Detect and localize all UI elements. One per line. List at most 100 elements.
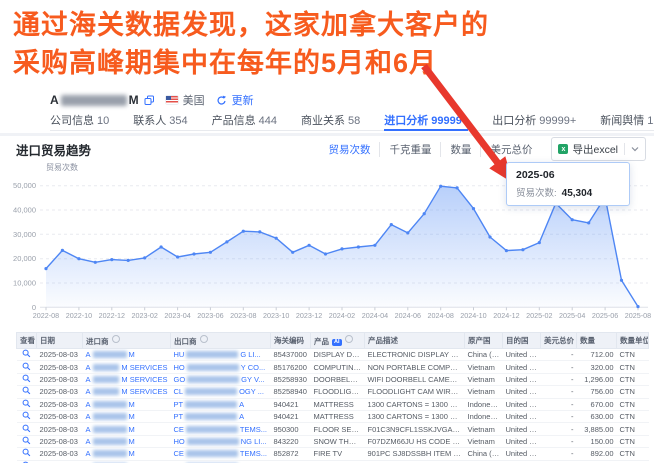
importer-cell: AM bbox=[82, 410, 171, 424]
description-cell: FLOODLIGHT CAM WIRED PRO KNIGHT USB... bbox=[364, 385, 465, 399]
tab[interactable]: 商业关系 58 bbox=[301, 109, 360, 130]
refresh-icon[interactable] bbox=[216, 95, 227, 106]
svg-text:2024-08: 2024-08 bbox=[428, 311, 454, 320]
svg-text:40,000: 40,000 bbox=[13, 206, 36, 215]
product-cell[interactable]: COMPUTING DEVICE bbox=[310, 360, 365, 374]
view-search-icon[interactable] bbox=[22, 374, 31, 383]
export-excel-button[interactable]: 导出excel bbox=[551, 137, 646, 161]
tab[interactable]: 公司信息 10 bbox=[50, 109, 109, 130]
quantity-cell: 712.00 bbox=[576, 348, 617, 362]
metric-switcher: 贸易次数 千克重量 数量 美元总价 bbox=[319, 141, 541, 157]
metric-option[interactable]: 贸易次数 bbox=[319, 142, 379, 157]
tab[interactable]: 进口分析 99999+ bbox=[384, 109, 469, 131]
update-link[interactable]: 更新 bbox=[232, 92, 254, 108]
ai-badge: AI bbox=[332, 338, 342, 346]
product-cell[interactable]: DOORBELL CAMERA bbox=[310, 373, 365, 387]
header-product: 产品 AI bbox=[310, 332, 365, 349]
tab[interactable]: 联系人 354 bbox=[133, 109, 187, 130]
description-cell: 901PC SJ8DSSBH ITEM B0DYR3D7QGHSEN... bbox=[364, 447, 465, 461]
table-row: 2025-08-03 AM SERVICES HO Y CO... 8517620… bbox=[16, 360, 649, 374]
view-search-icon[interactable] bbox=[22, 424, 31, 433]
blurred-exporter-name bbox=[185, 388, 238, 396]
trend-section-header: 进口贸易趋势 贸易次数千克重量数量美元总价 导出excel bbox=[16, 137, 646, 161]
svg-text:50,000: 50,000 bbox=[13, 181, 36, 190]
view-cell bbox=[16, 385, 37, 399]
shipments-table: 查看 日期 进口商 出口商 海关编码 产品 AI 产品描述 原产国 目的国 美元总… bbox=[16, 332, 649, 463]
product-cell[interactable]: MATTRESS bbox=[310, 410, 365, 424]
view-cell bbox=[16, 435, 37, 449]
view-cell bbox=[16, 398, 37, 411]
header-usd-total: 美元总价 bbox=[540, 332, 577, 349]
headline: 通过海关数据发现，这家加拿大客户的 采购高峰期集中在每年的5月和6月 bbox=[13, 6, 489, 82]
importer-cell: AM bbox=[82, 435, 171, 449]
blurred-exporter-name bbox=[185, 450, 238, 458]
header-view: 查看 bbox=[16, 332, 37, 349]
exporter-cell: CETEMS... bbox=[170, 422, 271, 436]
tab[interactable]: 新闻舆情122 bbox=[600, 109, 654, 130]
product-cell[interactable]: FLOODLIGHT CAM bbox=[310, 385, 365, 399]
origin-cell: Vietnam bbox=[464, 435, 503, 449]
unit-cell: CTN bbox=[616, 385, 649, 399]
view-search-icon[interactable] bbox=[22, 411, 31, 420]
date-cell: 2025-08-03 bbox=[36, 447, 83, 461]
importer-cell: AM bbox=[82, 398, 171, 411]
table-row: 2025-08-03 AM CE TEMS... 852872 FIRE TV 9… bbox=[16, 447, 649, 461]
metric-option[interactable]: 数量 bbox=[440, 141, 480, 157]
header-unit: 数量单位 bbox=[616, 332, 649, 349]
description-cell: F01C3N9CFL1SSKJVGA1TKKA.XG4YV75U6U... bbox=[364, 422, 465, 436]
view-cell bbox=[16, 410, 37, 424]
blurred-exporter-name bbox=[186, 363, 239, 371]
destination-cell: United S... bbox=[502, 348, 541, 362]
view-search-icon[interactable] bbox=[22, 436, 31, 445]
blurred-importer-name bbox=[92, 363, 120, 371]
tab[interactable]: 产品信息 444 bbox=[212, 109, 277, 130]
date-cell: 2025-08-03 bbox=[36, 360, 83, 374]
svg-text:2023-12: 2023-12 bbox=[296, 311, 322, 320]
exporter-cell: HO Y CO... bbox=[170, 360, 271, 374]
destination-cell: United S... bbox=[502, 373, 541, 387]
product-cell[interactable]: MATTRESS bbox=[310, 398, 365, 411]
tab[interactable]: 出口分析 99999+ bbox=[492, 109, 576, 130]
table-row: 2025-08-03 AM PT A 940421 MATTRESS 1300 C… bbox=[16, 410, 649, 424]
product-cell[interactable]: FLOOR SEAT +3 bbox=[310, 422, 365, 436]
product-cell[interactable]: SNOW THROWER bbox=[310, 435, 365, 449]
header-importer: 进口商 bbox=[82, 332, 171, 349]
hs-code-cell: 85437000 bbox=[270, 348, 311, 362]
view-search-icon[interactable] bbox=[22, 386, 31, 395]
product-cell[interactable]: DISPLAY DEVICE bbox=[310, 348, 365, 362]
copy-icon[interactable] bbox=[144, 95, 155, 106]
exporter-cell: GO GY V... bbox=[170, 373, 271, 387]
chart-tooltip: 2025-06 贸易次数: 45,304 bbox=[506, 162, 630, 206]
chevron-down-icon[interactable] bbox=[631, 143, 639, 155]
unit-cell: CTN bbox=[616, 360, 649, 374]
description-cell: F07DZM66JU HS CODE 8432.20.0075 BRUSH... bbox=[364, 435, 465, 449]
view-cell bbox=[16, 373, 37, 387]
importer-cell: AM SERVICES bbox=[82, 360, 171, 374]
svg-text:2024-06: 2024-06 bbox=[395, 311, 421, 320]
unit-cell: CTN bbox=[616, 435, 649, 449]
table-row: 2025-08-03 AM CE TEMS... 950300 FLOOR SEA… bbox=[16, 422, 649, 436]
view-search-icon[interactable] bbox=[22, 349, 31, 358]
unit-cell: CTN bbox=[616, 422, 649, 436]
product-cell[interactable]: FIRE TV bbox=[310, 447, 365, 461]
svg-text:2023-06: 2023-06 bbox=[197, 311, 223, 320]
svg-text:2022-12: 2022-12 bbox=[99, 311, 125, 320]
view-search-icon[interactable] bbox=[22, 399, 31, 408]
table-row: 2025-08-03 AM SERVICES CL OGY ... 8525894… bbox=[16, 385, 649, 399]
svg-text:2023-02: 2023-02 bbox=[132, 311, 158, 320]
view-search-icon[interactable] bbox=[22, 362, 31, 371]
metric-option[interactable]: 千克重量 bbox=[379, 141, 440, 157]
metric-option[interactable]: 美元总价 bbox=[480, 141, 541, 157]
svg-text:10,000: 10,000 bbox=[13, 279, 36, 288]
section-divider bbox=[0, 133, 654, 136]
view-search-icon[interactable] bbox=[22, 448, 31, 457]
date-cell: 2025-08-03 bbox=[36, 435, 83, 449]
svg-text:2025-02: 2025-02 bbox=[526, 311, 552, 320]
company-name: AM bbox=[50, 93, 139, 107]
exporter-cell: PT A bbox=[170, 410, 271, 424]
date-cell: 2025-08-03 bbox=[36, 385, 83, 399]
description-cell: NON PORTABLE COMPUTING DEVICE HS CO... bbox=[364, 360, 465, 374]
table-row: 2025-08-03 AM PT A 940421 MATTRESS 1300 C… bbox=[16, 398, 649, 411]
svg-text:2022-10: 2022-10 bbox=[66, 311, 92, 320]
hs-code-cell: 843220 bbox=[270, 435, 311, 449]
